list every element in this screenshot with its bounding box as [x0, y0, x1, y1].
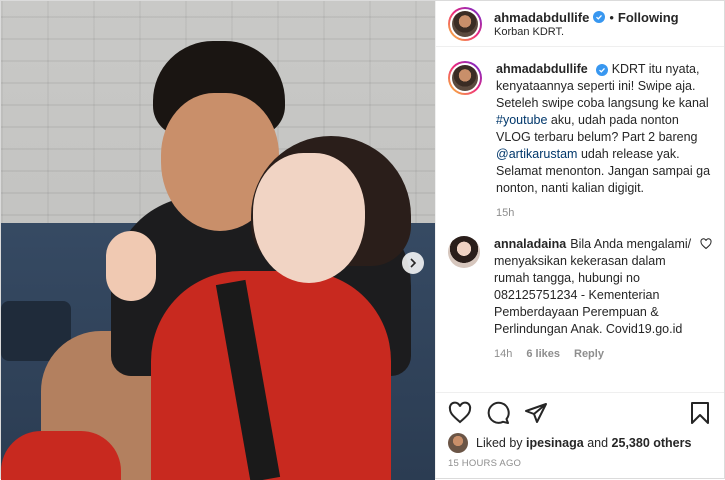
- hashtag-link[interactable]: #youtube: [496, 113, 547, 127]
- likes-others[interactable]: 25,380 others: [612, 436, 692, 450]
- comment-icon: [487, 401, 510, 424]
- comment-text: Bila Anda mengalami/ menyaksikan kekeras…: [494, 237, 692, 336]
- author-username[interactable]: ahmadabdullife: [494, 10, 589, 25]
- comments-section: ahmadabdullife KDRT itu nyata, kenyataann…: [436, 47, 724, 392]
- liker-username[interactable]: ipesinaga: [526, 436, 584, 450]
- post-photo[interactable]: [1, 1, 435, 480]
- caption-body: ahmadabdullife KDRT itu nyata, kenyataann…: [496, 61, 712, 222]
- comment-time[interactable]: 14h: [494, 346, 512, 363]
- chevron-right-icon: [410, 258, 417, 268]
- comment-username[interactable]: annaladaina: [494, 237, 566, 251]
- post-location[interactable]: Korban KDRT.: [494, 26, 679, 38]
- likes-prefix: Liked by: [476, 436, 523, 450]
- comment-button[interactable]: [486, 401, 510, 425]
- comment-meta: 14h 6 likes Reply: [494, 346, 692, 363]
- share-button[interactable]: [524, 401, 548, 425]
- photo-sleeve: [1, 431, 121, 480]
- heart-icon: [700, 238, 712, 250]
- comment-likes[interactable]: 6 likes: [526, 346, 560, 363]
- like-button[interactable]: [448, 401, 472, 425]
- comment-body: annaladaina Bila Anda mengalami/ menyaksi…: [494, 236, 700, 363]
- next-photo-button[interactable]: [402, 252, 424, 274]
- following-button[interactable]: Following: [618, 10, 679, 25]
- bookmark-icon: [691, 401, 709, 424]
- liker-avatar[interactable]: [448, 433, 468, 453]
- caption: ahmadabdullife KDRT itu nyata, kenyataann…: [448, 61, 712, 222]
- post-timestamp[interactable]: 15 HOURS AGO: [436, 454, 724, 478]
- comment-item: annaladaina Bila Anda mengalami/ menyaksi…: [448, 236, 712, 363]
- caption-meta: 15h: [496, 205, 712, 222]
- author-avatar[interactable]: [448, 6, 482, 41]
- likes-middle: and: [587, 436, 609, 450]
- likes-summary: Liked by ipesinaga and 25,380 others: [436, 432, 724, 454]
- share-icon: [525, 402, 547, 423]
- action-bar: [436, 392, 724, 432]
- heart-icon: [448, 401, 472, 423]
- commenter-avatar[interactable]: [448, 236, 480, 268]
- verified-badge-icon: [595, 64, 608, 76]
- post-sidebar: ahmadabdullife • Following Korban KDRT. …: [435, 1, 724, 478]
- save-button[interactable]: [688, 401, 712, 425]
- instagram-post: ahmadabdullife • Following Korban KDRT. …: [0, 0, 725, 480]
- comment-like-button[interactable]: [700, 238, 712, 363]
- verified-badge-icon: [593, 11, 606, 23]
- post-header: ahmadabdullife • Following Korban KDRT.: [436, 1, 724, 47]
- comment-reply-button[interactable]: Reply: [574, 346, 604, 363]
- photo-hand: [106, 231, 156, 301]
- photo-woman-face: [253, 153, 365, 283]
- caption-time[interactable]: 15h: [496, 205, 514, 222]
- header-text: ahmadabdullife • Following Korban KDRT.: [494, 10, 679, 38]
- mention-link[interactable]: @artikarustam: [496, 147, 577, 161]
- header-separator: •: [609, 9, 614, 25]
- caption-username[interactable]: ahmadabdullife: [496, 62, 588, 76]
- caption-avatar[interactable]: [448, 61, 482, 95]
